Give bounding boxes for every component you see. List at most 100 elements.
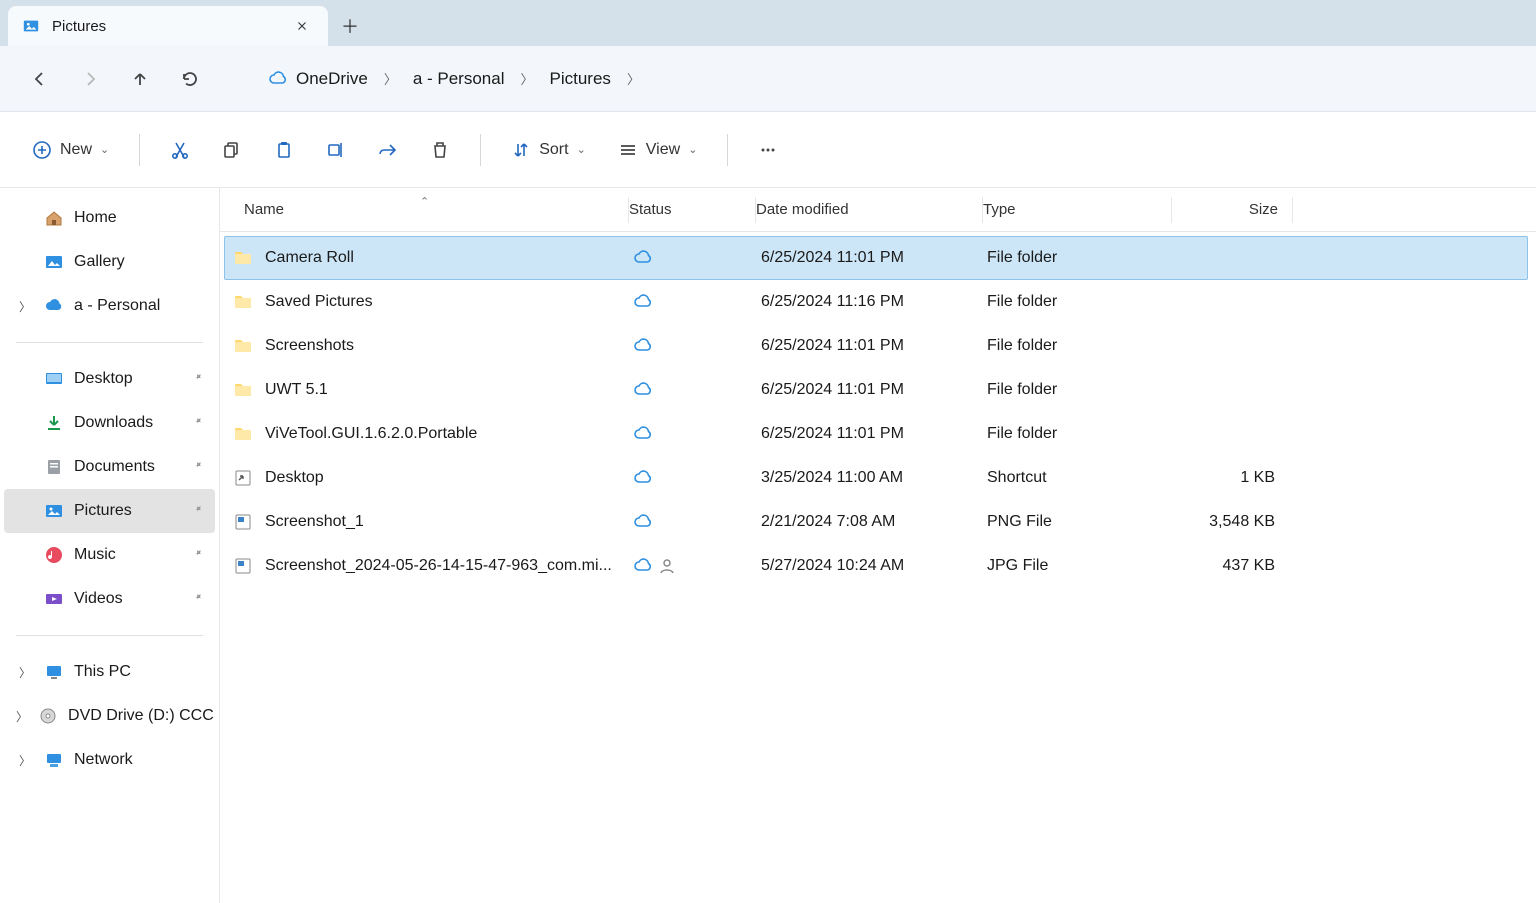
chevron-right-icon[interactable]: 〉	[16, 752, 34, 769]
chevron-right-icon[interactable]: 〉	[519, 69, 536, 88]
file-row[interactable]: UWT 5.16/25/2024 11:01 PMFile folder	[224, 368, 1528, 412]
folder-icon	[233, 336, 253, 356]
file-row[interactable]: Camera Roll6/25/2024 11:01 PMFile folder	[224, 236, 1528, 280]
desktop-icon	[44, 369, 64, 389]
nav-a - personal[interactable]: 〉a - Personal	[4, 284, 215, 328]
cloud-status-icon	[633, 336, 653, 356]
shortcut-icon	[233, 468, 253, 488]
chevron-right-icon[interactable]: 〉	[16, 708, 28, 725]
cloud-status-icon	[633, 512, 653, 532]
file-date: 6/25/2024 11:16 PM	[755, 293, 981, 311]
pin-icon	[192, 503, 205, 519]
file-name: Saved Pictures	[265, 293, 373, 311]
file-listing: Name⌃ Status Date modified Type Size Cam…	[220, 188, 1536, 903]
cut-button[interactable]	[160, 130, 200, 170]
chevron-down-icon: ⌄	[688, 143, 697, 156]
pictures-icon	[44, 501, 64, 521]
copy-button[interactable]	[212, 130, 252, 170]
file-name: ViVeTool.GUI.1.6.2.0.Portable	[265, 425, 477, 443]
cloud-status-icon	[633, 556, 653, 576]
nav-home[interactable]: Home	[4, 196, 215, 240]
forward-button[interactable]	[68, 57, 112, 101]
close-tab-button[interactable]	[290, 14, 314, 38]
tab-active[interactable]: Pictures	[8, 6, 328, 46]
more-button[interactable]	[748, 130, 788, 170]
nav-gallery[interactable]: Gallery	[4, 240, 215, 284]
up-button[interactable]	[118, 57, 162, 101]
delete-button[interactable]	[420, 130, 460, 170]
file-type: File folder	[981, 425, 1169, 443]
back-button[interactable]	[18, 57, 62, 101]
nav-videos[interactable]: Videos	[4, 577, 215, 621]
onedrive-icon	[44, 296, 64, 316]
home-icon	[44, 208, 64, 228]
file-row[interactable]: ViVeTool.GUI.1.6.2.0.Portable 6/25/2024 1…	[224, 412, 1528, 456]
nav-dvd-drive-d-ccc[interactable]: 〉DVD Drive (D:) CCC	[4, 694, 215, 738]
chevron-right-icon[interactable]: 〉	[16, 298, 34, 315]
file-status	[629, 248, 755, 268]
column-name[interactable]: Name⌃	[220, 201, 628, 218]
cloud-status-icon	[633, 248, 653, 268]
file-row[interactable]: Saved Pictures6/25/2024 11:16 PMFile fol…	[224, 280, 1528, 324]
image-icon	[233, 512, 253, 532]
new-tab-button[interactable]: ＋	[328, 6, 372, 46]
nav-downloads[interactable]: Downloads	[4, 401, 215, 445]
column-date[interactable]: Date modified	[756, 201, 982, 218]
file-type: File folder	[981, 381, 1169, 399]
file-type: Shortcut	[981, 469, 1169, 487]
dvd-icon	[38, 706, 58, 726]
more-icon	[758, 140, 778, 160]
column-status[interactable]: Status	[629, 201, 755, 218]
file-type: File folder	[981, 249, 1169, 267]
chevron-right-icon[interactable]: 〉	[16, 664, 34, 681]
sort-button[interactable]: Sort ⌄	[501, 130, 596, 170]
sort-indicator-icon: ⌃	[420, 195, 429, 208]
file-size: 3,548 KB	[1169, 513, 1289, 531]
file-date: 6/25/2024 11:01 PM	[755, 425, 981, 443]
breadcrumb-onedrive[interactable]: OneDrive	[258, 63, 378, 95]
file-name: Screenshot_1	[265, 513, 364, 531]
file-row[interactable]: Screenshot_2024-05-26-14-15-47-963_com.m…	[224, 544, 1528, 588]
nav-desktop[interactable]: Desktop	[4, 357, 215, 401]
file-row[interactable]: Screenshot_12/21/2024 7:08 AMPNG File3,5…	[224, 500, 1528, 544]
nav-documents[interactable]: Documents	[4, 445, 215, 489]
column-size[interactable]: Size	[1172, 201, 1292, 218]
new-button[interactable]: New ⌄	[22, 130, 119, 170]
chevron-down-icon: ⌄	[577, 143, 586, 156]
chevron-right-icon[interactable]: 〉	[625, 69, 642, 88]
nav-music[interactable]: Music	[4, 533, 215, 577]
file-name: UWT 5.1	[265, 381, 328, 399]
share-button[interactable]	[368, 130, 408, 170]
rename-button[interactable]	[316, 130, 356, 170]
plus-icon	[32, 140, 52, 160]
refresh-button[interactable]	[168, 57, 212, 101]
file-name: Screenshot_2024-05-26-14-15-47-963_com.m…	[265, 557, 612, 575]
music-icon	[44, 545, 64, 565]
paste-icon	[274, 140, 294, 160]
cloud-icon	[268, 69, 288, 89]
view-button[interactable]: View ⌄	[608, 130, 708, 170]
nav-pictures[interactable]: Pictures	[4, 489, 215, 533]
file-row[interactable]: Desktop3/25/2024 11:00 AMShortcut1 KB	[224, 456, 1528, 500]
network-icon	[44, 750, 64, 770]
chevron-right-icon[interactable]: 〉	[382, 69, 399, 88]
toolbar: New ⌄ Sort ⌄ View ⌄	[0, 112, 1536, 188]
cloud-status-icon	[633, 424, 653, 444]
paste-button[interactable]	[264, 130, 304, 170]
nav-this-pc[interactable]: 〉This PC	[4, 650, 215, 694]
file-status	[629, 512, 755, 532]
file-row[interactable]: Screenshots6/25/2024 11:01 PMFile folder	[224, 324, 1528, 368]
column-type[interactable]: Type	[983, 201, 1171, 218]
share-icon	[378, 140, 398, 160]
pictures-icon	[22, 17, 40, 35]
file-type: PNG File	[981, 513, 1169, 531]
nav-network[interactable]: 〉Network	[4, 738, 215, 782]
file-name: Desktop	[265, 469, 324, 487]
file-date: 6/25/2024 11:01 PM	[755, 337, 981, 355]
breadcrumb-pictures[interactable]: Pictures	[540, 63, 621, 95]
file-type: File folder	[981, 337, 1169, 355]
file-name: Camera Roll	[265, 249, 354, 267]
file-status	[629, 468, 755, 488]
breadcrumb-personal[interactable]: a - Personal	[403, 63, 515, 95]
view-icon	[618, 140, 638, 160]
